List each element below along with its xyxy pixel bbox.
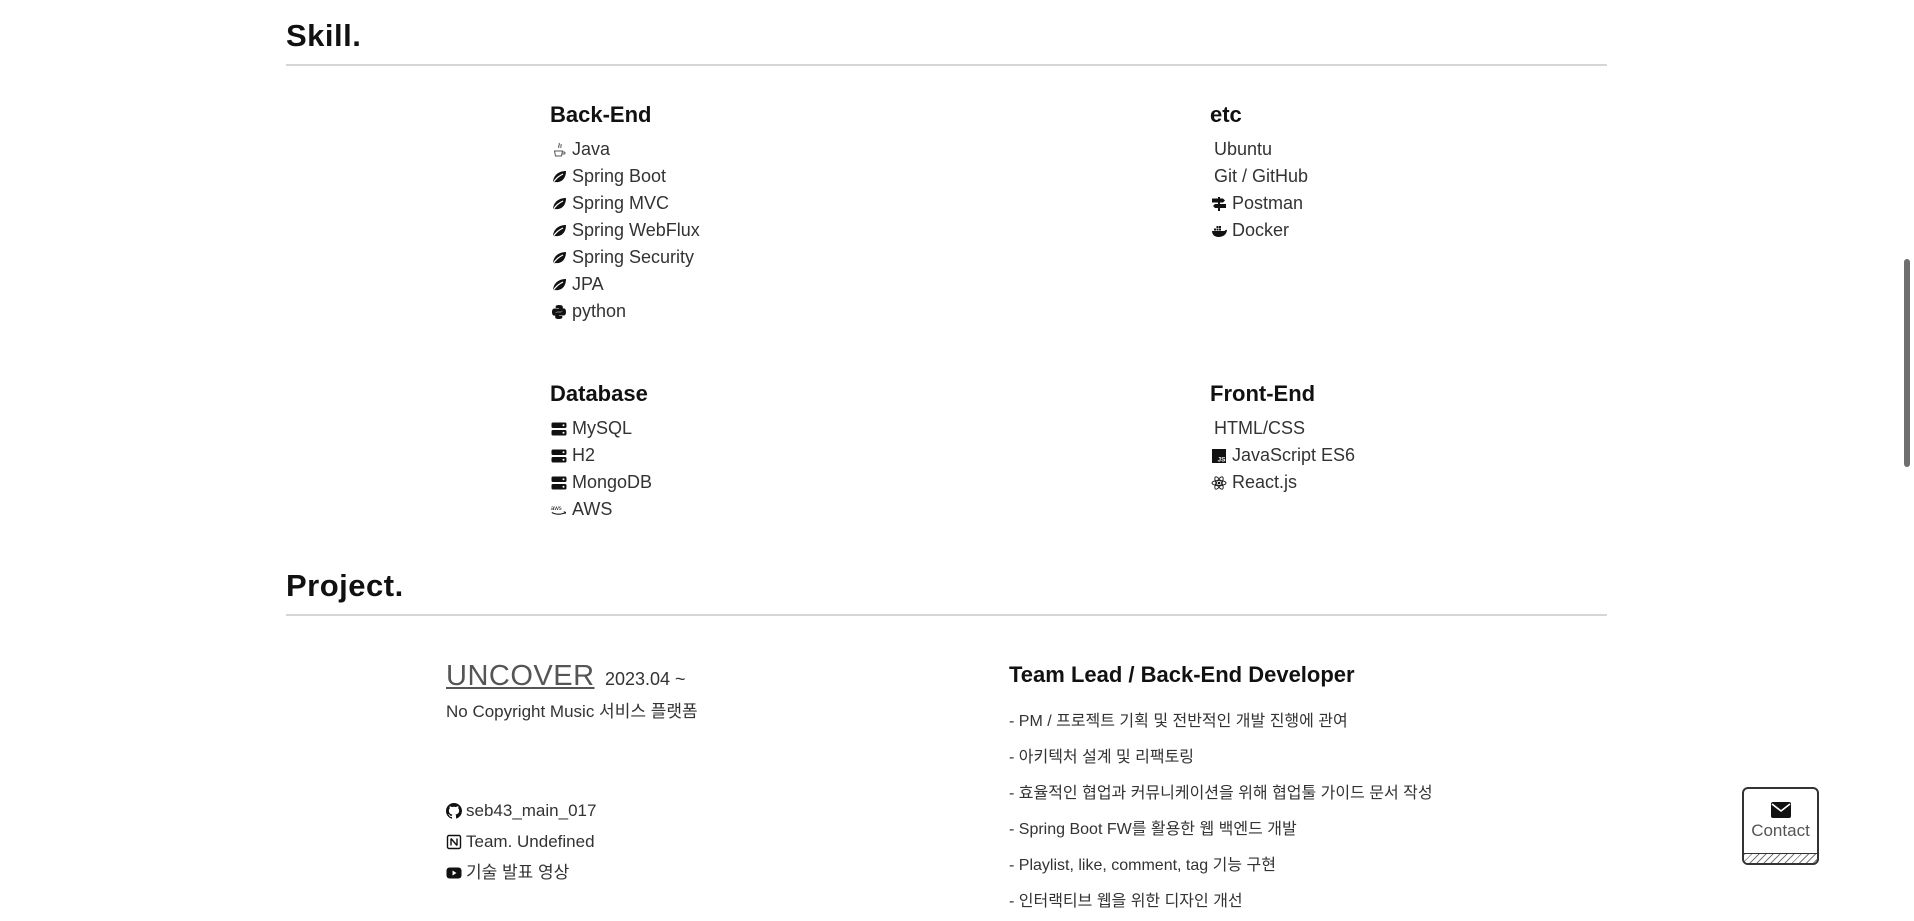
docker-icon [1210, 222, 1228, 240]
skill-item: MySQL [550, 415, 652, 442]
skill-list: MySQL H2 MongoDB aws AWS [550, 415, 652, 523]
contact-button[interactable]: Contact [1742, 787, 1819, 865]
skill-divider [286, 64, 1607, 66]
skill-item-label: Postman [1232, 193, 1304, 213]
project-divider [286, 614, 1607, 616]
skill-item-label: Spring Boot [572, 166, 667, 186]
project-link-label: seb43_main_017 [466, 801, 597, 820]
skill-group-heading: Database [550, 381, 648, 406]
react-icon [1210, 474, 1228, 492]
leaf-icon [550, 168, 568, 186]
project-role: Team Lead / Back-End Developer [1009, 662, 1355, 687]
project-details: Team Lead / Back-End Developer - PM / 프로… [1009, 662, 1433, 920]
skill-section-title: Skill. [286, 18, 362, 53]
js-icon: JS [1210, 447, 1228, 465]
skill-item: python [550, 298, 700, 325]
skill-item-label: Spring Security [572, 247, 695, 267]
skill-group-heading: etc [1210, 102, 1242, 127]
project-date: 2023.04 ~ [604, 669, 686, 689]
skill-item: JS JavaScript ES6 [1210, 442, 1355, 469]
server-icon [550, 447, 568, 465]
skill-item: MongoDB [550, 469, 652, 496]
skill-item: Docker [1210, 217, 1308, 244]
project-task: - 아키텍처 설계 및 리팩토링 [1009, 749, 1195, 766]
svg-text:JS: JS [1218, 456, 1227, 463]
skill-group-etc: etc Ubuntu Git / GitHub Postman Docker [1210, 102, 1308, 244]
leaf-icon [550, 222, 568, 240]
svg-text:aws: aws [551, 506, 562, 512]
skill-item-label: React.js [1232, 472, 1298, 492]
skill-group-back-end: Back-End Java Spring Boot Spring MVC Spring… [550, 102, 700, 325]
skill-item-label: Docker [1232, 220, 1290, 240]
project-link-youtube[interactable]: 기술 발표 영상 [446, 857, 596, 888]
project-task: - PM / 프로젝트 기획 및 전반적인 개발 진행에 관여 [1009, 713, 1348, 730]
skill-item: Spring Security [550, 244, 700, 271]
project-task-list: - PM / 프로젝트 기획 및 전반적인 개발 진행에 관여 - 아키텍처 설… [1009, 704, 1433, 920]
leaf-icon [550, 276, 568, 294]
skill-item-label: MongoDB [572, 472, 653, 492]
project-link-label: 기술 발표 영상 [466, 863, 570, 882]
skill-list: HTML/CSS JS JavaScript ES6 React.js [1210, 415, 1355, 496]
skill-list: Java Spring Boot Spring MVC Spring WebFlux S… [550, 136, 700, 325]
youtube-icon [446, 867, 462, 878]
signpost-icon [1210, 195, 1228, 213]
notion-icon [446, 834, 462, 849]
skill-item-label: JPA [572, 274, 604, 294]
project-task: - 효율적인 협업과 커뮤니케이션을 위해 협업툴 가이드 문서 작성 [1009, 785, 1433, 802]
java-icon [550, 141, 568, 159]
skill-item: React.js [1210, 469, 1355, 496]
scrollbar-thumb[interactable] [1904, 259, 1910, 467]
skill-item: JPA [550, 271, 700, 298]
skill-item-label: Spring MVC [572, 193, 670, 213]
skill-item-label: python [572, 301, 627, 321]
skill-item-label: Ubuntu [1214, 139, 1273, 159]
skill-group-heading: Front-End [1210, 381, 1316, 406]
skill-item-label: AWS [572, 499, 613, 519]
skill-group-front-end: Front-End HTML/CSS JS JavaScript ES6 React.… [1210, 381, 1355, 496]
project-links: seb43_main_017 Team. Undefined 기술 발표 영상 [446, 795, 596, 888]
skill-item: aws AWS [550, 496, 652, 523]
skill-item-label: Java [572, 139, 611, 159]
project-name-link[interactable]: UNCOVER [446, 660, 595, 692]
server-icon [550, 420, 568, 438]
skill-item-label: HTML/CSS [1214, 418, 1306, 438]
skill-item: Spring MVC [550, 190, 700, 217]
skill-item-label: Git / GitHub [1214, 166, 1309, 186]
project-task: - 인터랙티브 웹을 위한 디자인 개선 [1009, 893, 1243, 910]
skill-item: Git / GitHub [1210, 163, 1308, 190]
leaf-icon [550, 249, 568, 267]
project-description: No Copyright Music 서비스 플랫폼 [446, 702, 698, 721]
skill-item-label: JavaScript ES6 [1232, 445, 1356, 465]
project-task: - Spring Boot FW를 활용한 웹 백엔드 개발 [1009, 821, 1297, 838]
skill-item: Spring Boot [550, 163, 700, 190]
project-link-label: Team. Undefined [466, 832, 595, 851]
project-task: - Playlist, like, comment, tag 기능 구현 [1009, 857, 1276, 874]
skill-item: Ubuntu [1210, 136, 1308, 163]
portfolio-page: Skill. Back-End Java Spring Boot Spring MV… [0, 0, 1914, 921]
project-link-notion[interactable]: Team. Undefined [446, 826, 596, 857]
skill-item: Spring WebFlux [550, 217, 700, 244]
project-summary: UNCOVER 2023.04 ~ No Copyright Music 서비스… [446, 660, 698, 722]
contact-stripe [1744, 853, 1817, 863]
project-section-title: Project. [286, 568, 404, 603]
skill-item: Java [550, 136, 700, 163]
skill-item-label: Spring WebFlux [572, 220, 700, 240]
python-icon [550, 303, 568, 321]
skill-group-database: Database MySQL H2 MongoDB aws AWS [550, 381, 652, 523]
skill-item: HTML/CSS [1210, 415, 1355, 442]
skill-list: Ubuntu Git / GitHub Postman Docker [1210, 136, 1308, 244]
skill-item: Postman [1210, 190, 1308, 217]
github-icon [446, 802, 462, 819]
aws-icon: aws [550, 501, 568, 519]
leaf-icon [550, 195, 568, 213]
skill-group-heading: Back-End [550, 102, 652, 127]
server-icon [550, 474, 568, 492]
skill-item: H2 [550, 442, 652, 469]
skill-item-label: MySQL [572, 418, 633, 438]
envelope-icon [1770, 802, 1791, 818]
skill-item-label: H2 [572, 445, 596, 465]
project-link-github[interactable]: seb43_main_017 [446, 795, 596, 826]
contact-label: Contact [1751, 821, 1810, 840]
